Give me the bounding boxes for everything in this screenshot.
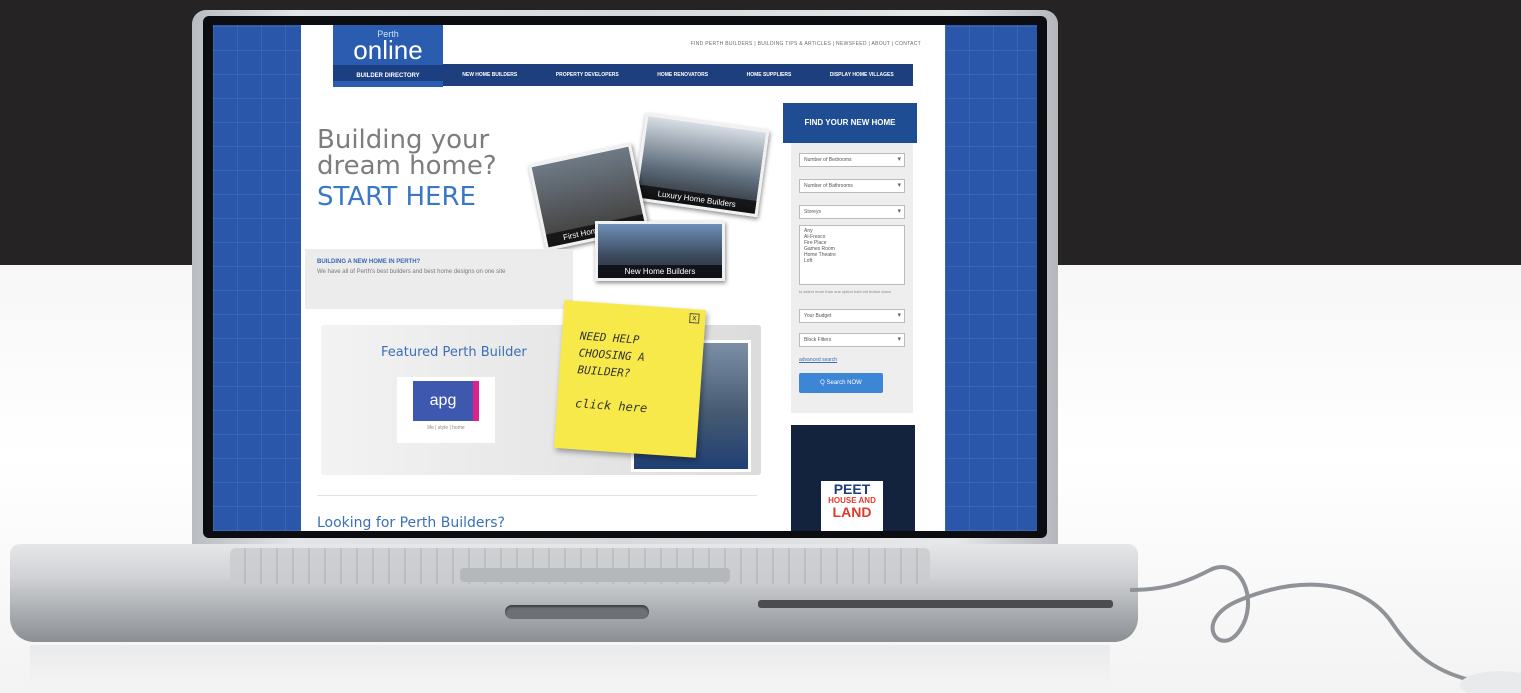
peet-logo: PEET HOUSE AND LAND <box>821 481 883 531</box>
about-text: We have all of Perth's best builders and… <box>317 269 506 275</box>
featured-builder-logo[interactable]: apg life | style | home <box>397 377 495 443</box>
nav-display-home-villages[interactable]: DISPLAY HOME VILLAGES <box>830 72 894 78</box>
apg-tagline: life | style | home <box>427 425 465 431</box>
hero-line-2: dream home? <box>317 151 497 181</box>
nav-home-renovators[interactable]: HOME RENOVATORS <box>657 72 708 78</box>
note-click-here-link[interactable]: click here <box>575 396 682 417</box>
trackpad <box>460 568 730 582</box>
top-links[interactable]: FIND PERTH BUILDERS | BUILDING TIPS & AR… <box>621 41 921 47</box>
help-sticky-note[interactable]: x NEED HELP CHOOSING A BUILDER? click he… <box>554 300 706 458</box>
peet-land: LAND <box>832 504 872 520</box>
divider <box>317 495 757 496</box>
mouse <box>1460 671 1521 693</box>
features-listbox[interactable]: Any Al-Fresco Fire Place Games Room Home… <box>799 225 905 285</box>
search-panel: Number of Bedrooms Number of Bathrooms S… <box>791 143 913 413</box>
bedrooms-select[interactable]: Number of Bedrooms <box>799 153 905 167</box>
laptop-latch <box>505 605 649 619</box>
logo-subtitle: BUILDER DIRECTORY <box>333 65 443 81</box>
budget-select[interactable]: Your Budget <box>799 309 905 323</box>
logo-word: online <box>353 35 423 65</box>
find-home-heading: FIND YOUR NEW HOME <box>783 103 917 143</box>
peet-ad[interactable]: PEET HOUSE AND LAND <box>791 425 915 531</box>
website: Perth online BUILDER DIRECTORY FIND PERT… <box>301 25 945 531</box>
photo-new-home-builders[interactable]: New Home Builders <box>595 221 725 281</box>
block-filters-select[interactable]: Block Filters <box>799 333 905 347</box>
photo-caption: Luxury Home Builders <box>636 184 757 214</box>
apg-logo: apg <box>413 381 479 421</box>
hero-line-1: Building your <box>317 125 490 155</box>
about-heading: BUILDING A NEW HOME IN PERTH? <box>317 259 421 265</box>
main-nav: NEW HOME BUILDERS PROPERTY DEVELOPERS HO… <box>443 64 913 86</box>
peet-word: PEET <box>833 481 871 497</box>
storeys-select[interactable]: Storeys <box>799 205 905 219</box>
bathrooms-select[interactable]: Number of Bathrooms <box>799 179 905 193</box>
close-icon[interactable]: x <box>689 313 700 324</box>
nav-home-suppliers[interactable]: HOME SUPPLIERS <box>747 72 792 78</box>
mouse-cable <box>1130 565 1521 693</box>
blueprint-right <box>945 25 1037 531</box>
nav-new-home-builders[interactable]: NEW HOME BUILDERS <box>462 72 517 78</box>
featured-title: Featured Perth Builder <box>381 345 527 360</box>
looking-heading: Looking for Perth Builders? <box>317 515 505 531</box>
advanced-search-link[interactable]: advanced search <box>799 357 837 363</box>
list-hint: to select more than one option hold ctrl… <box>799 289 891 294</box>
nav-property-developers[interactable]: PROPERTY DEVELOPERS <box>556 72 619 78</box>
site-logo[interactable]: Perth online BUILDER DIRECTORY <box>333 25 443 87</box>
photo-luxury-home-builders[interactable]: Luxury Home Builders <box>633 112 770 218</box>
optical-slot <box>758 600 1113 608</box>
reflection <box>30 645 1110 685</box>
search-now-button[interactable]: Q Search NOW <box>799 373 883 393</box>
blueprint-left <box>213 25 301 531</box>
photo-caption: New Home Builders <box>598 265 722 278</box>
hero-start-here[interactable]: START HERE <box>317 183 476 211</box>
list-item[interactable]: Loft <box>804 258 900 264</box>
about-panel: BUILDING A NEW HOME IN PERTH? We have al… <box>305 249 573 309</box>
laptop-screen: Perth online BUILDER DIRECTORY FIND PERT… <box>213 25 1037 531</box>
